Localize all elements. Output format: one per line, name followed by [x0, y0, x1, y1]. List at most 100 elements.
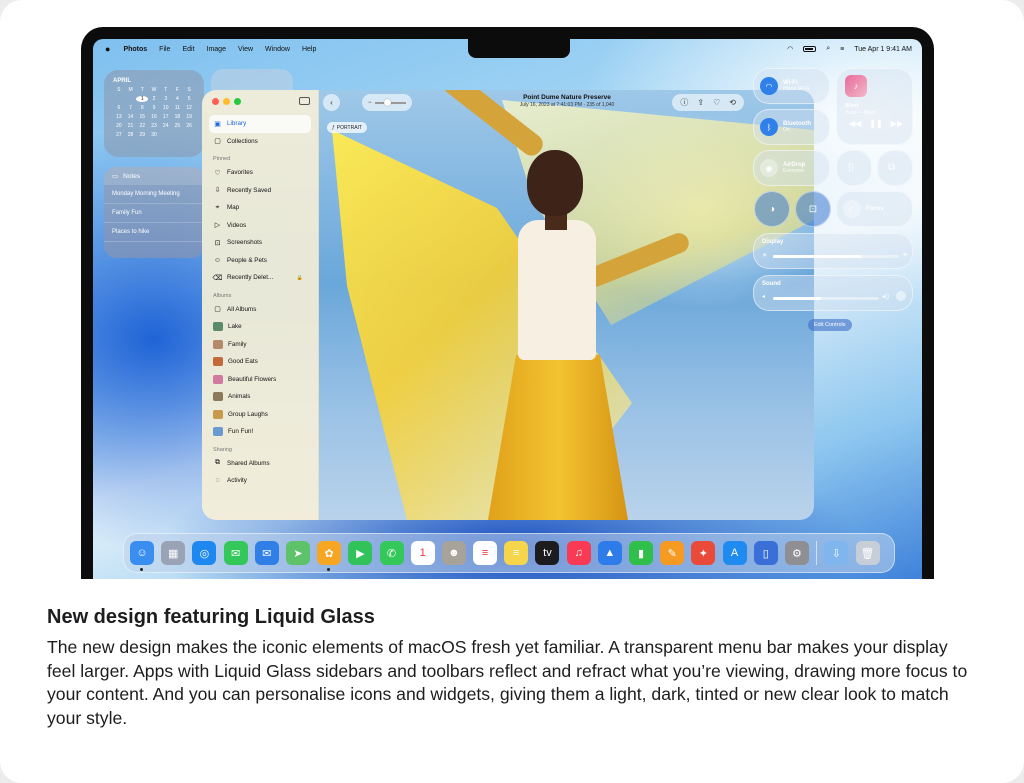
cc-stage-manager-tile[interactable] — [836, 150, 872, 186]
menu-window[interactable]: Window — [265, 46, 290, 53]
sidebar-item-activity[interactable]: ◌ Activity — [209, 472, 311, 490]
app-store-icon[interactable]: A — [722, 541, 747, 565]
calendar-day[interactable]: 30 — [148, 132, 160, 138]
sidebar-item-map[interactable]: ⌖ Map — [209, 199, 311, 217]
menu-file[interactable]: File — [159, 46, 170, 53]
iphone-mirroring-icon[interactable]: ▯ — [753, 541, 778, 565]
sidebar-item-good-eats[interactable]: Good Eats — [209, 353, 311, 371]
pages-icon[interactable]: ✎ — [660, 541, 685, 565]
calendar-widget[interactable]: APRIL S M T W T F S 1 2 3 4 5 6 7 8 9 10 11 12 13 14 15 16 17 18… — [104, 70, 204, 157]
sidebar-item-videos[interactable]: ▷ Videos — [209, 217, 311, 235]
pause-icon[interactable]: ❚❚ — [869, 119, 882, 128]
calendar-day[interactable]: 21 — [125, 123, 137, 129]
display-slider[interactable] — [773, 255, 899, 258]
sidebar-item-collections[interactable]: ▢ Collections — [209, 133, 311, 151]
sidebar-item-favorites[interactable]: ♡ Favorites — [209, 164, 311, 182]
menu-image[interactable]: Image — [207, 46, 226, 53]
share-icon[interactable]: ⇪ — [697, 98, 704, 107]
calendar-day[interactable]: 20 — [113, 123, 125, 129]
portrait-badge[interactable]: ƒ PORTRAIT — [327, 122, 367, 133]
sidebar-item-recently-delet[interactable]: ⌫ Recently Delet... 🔒 — [209, 269, 311, 287]
close-window-button[interactable] — [212, 98, 219, 105]
calendar-day[interactable]: 23 — [148, 123, 160, 129]
numbers-icon[interactable]: ▮ — [629, 541, 653, 565]
music-icon[interactable]: ♫ — [566, 541, 591, 565]
reminders-icon[interactable]: ≡ — [473, 541, 498, 565]
wifi-status-icon[interactable]: ◠ — [787, 45, 793, 53]
sidebar-item-all-albums[interactable]: ▢ All Albums — [209, 301, 311, 319]
calendar-day[interactable]: 16 — [148, 114, 160, 120]
calendar-day[interactable]: 1 — [136, 96, 149, 102]
notes-item[interactable]: Places to hike — [104, 223, 204, 242]
sidebar-item-beautiful-flowers[interactable]: Beautiful Flowers — [209, 371, 311, 389]
calendar-day[interactable]: 25 — [172, 123, 184, 129]
sound-slider[interactable] — [773, 297, 879, 300]
messages-icon[interactable]: ✉ — [223, 541, 248, 565]
facetime-icon[interactable]: ▶ — [348, 541, 373, 565]
menu-view[interactable]: View — [238, 46, 253, 53]
favorite-heart-icon[interactable]: ♡ — [713, 98, 720, 107]
trash-icon[interactable]: 🗑 — [855, 541, 880, 565]
keynote-icon[interactable]: ▲ — [597, 541, 622, 565]
calendar-day[interactable]: 19 — [183, 114, 195, 120]
spotlight-icon[interactable]: ⌕ — [826, 45, 830, 53]
control-center-icon[interactable]: ≡ — [840, 46, 844, 53]
fast-forward-icon[interactable]: ▶▶ — [891, 119, 903, 128]
sidebar-item-screenshots[interactable]: ⊡ Screenshots — [209, 234, 311, 252]
calendar-day[interactable]: 9 — [148, 105, 160, 111]
battery-icon[interactable] — [803, 46, 817, 52]
calendar-day[interactable]: 24 — [160, 123, 172, 129]
sidebar-item-library[interactable]: ▣ Library — [209, 115, 311, 133]
zoom-track[interactable] — [374, 98, 406, 106]
sidebar-item-animals[interactable]: Animals — [209, 388, 311, 406]
photos-icon[interactable]: ✿ — [317, 541, 342, 571]
notes-widget[interactable]: ▭ Notes Monday Morning Meeting Family Fu… — [104, 167, 204, 258]
calendar-day[interactable]: 4 — [172, 96, 184, 102]
calendar-day[interactable]: 12 — [183, 105, 195, 111]
calendar-day[interactable]: 22 — [136, 123, 148, 129]
calendar-day[interactable]: 14 — [125, 114, 137, 120]
calendar-day[interactable]: 7 — [125, 105, 137, 111]
calendar-day[interactable]: 2 — [148, 96, 160, 102]
system-settings-icon[interactable]: ⚙ — [784, 541, 809, 565]
sidebar-item-group-laughs[interactable]: Group Laughs — [209, 406, 311, 424]
maps-icon[interactable]: ➤ — [285, 541, 310, 565]
sidebar-item-family[interactable]: Family — [209, 336, 311, 354]
zoom-window-button[interactable] — [234, 98, 241, 105]
minimize-window-button[interactable] — [223, 98, 230, 105]
calendar-day[interactable]: 29 — [136, 132, 148, 138]
menu-help[interactable]: Help — [302, 46, 316, 53]
calendar-day[interactable]: 26 — [183, 123, 195, 129]
menu-clock[interactable]: Tue Apr 1 9:41 AM — [854, 46, 912, 53]
calendar-day[interactable]: 17 — [160, 114, 172, 120]
finder-icon[interactable]: ☺ — [130, 541, 154, 571]
sidebar-item-fun-fun[interactable]: Fun Fun! — [209, 423, 311, 441]
notes-item[interactable]: Family Fun — [104, 204, 204, 223]
calendar-day[interactable]: 6 — [113, 105, 125, 111]
rotate-icon[interactable]: ⟲ — [729, 98, 736, 107]
calendar-day[interactable]: 11 — [172, 105, 184, 111]
info-icon[interactable]: ⓘ — [680, 97, 688, 108]
sidebar-item-people-pets[interactable]: ☺ People & Pets — [209, 252, 311, 270]
sidebar-item-lake[interactable]: Lake — [209, 318, 311, 336]
back-button[interactable]: ‹ — [323, 94, 340, 111]
calendar-day[interactable]: 13 — [113, 114, 125, 120]
mail-icon[interactable]: ✉ — [254, 541, 279, 565]
calendar-day[interactable]: 10 — [160, 105, 172, 111]
zoom-slider[interactable]: − — [362, 94, 412, 111]
contacts-icon[interactable]: ☻ — [441, 541, 466, 565]
calendar-day[interactable]: 15 — [136, 114, 148, 120]
downloads-icon[interactable]: ⇩ — [824, 541, 849, 565]
tv-icon[interactable]: tv — [535, 541, 560, 565]
apple-menu-icon[interactable]: ● — [105, 44, 110, 54]
calendar-day[interactable]: 8 — [136, 105, 148, 111]
menu-app-name[interactable]: Photos — [123, 46, 147, 53]
games-icon[interactable]: ✦ — [691, 541, 716, 565]
airplay-audio-icon[interactable] — [896, 291, 906, 301]
menu-edit[interactable]: Edit — [182, 46, 194, 53]
sidebar-toggle-icon[interactable] — [299, 97, 310, 105]
cc-contrast-toggle[interactable]: ◑ — [754, 191, 790, 227]
launchpad-icon[interactable]: ▦ — [161, 541, 186, 565]
calendar-day[interactable]: 18 — [172, 114, 184, 120]
calendar-day[interactable]: 28 — [125, 132, 137, 138]
